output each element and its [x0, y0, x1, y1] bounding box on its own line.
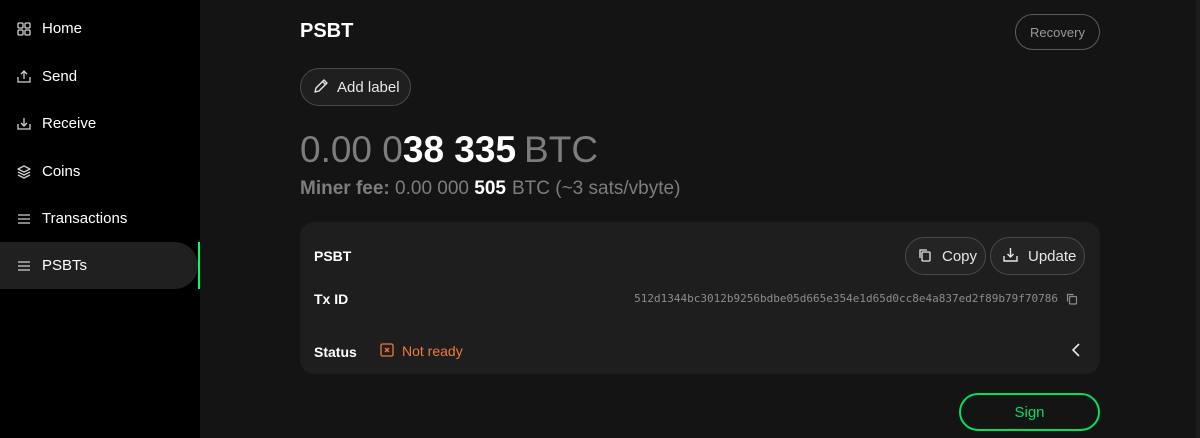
sidebar-item-receive[interactable]: Receive — [0, 100, 198, 147]
home-grid-icon — [16, 21, 32, 37]
psbt-row-label: PSBT — [314, 248, 352, 264]
miner-fee: Miner fee: 0.00 000 505 BTC (~3 sats/vbyt… — [300, 177, 680, 201]
copy-psbt-button[interactable]: Copy — [905, 237, 986, 275]
fee-bold-part: 505 — [474, 178, 506, 199]
main-content: PSBT Recovery Add label 0.00 038 335 BTC … — [200, 0, 1200, 438]
list-icon — [16, 211, 32, 227]
psbt-amount: 0.00 038 335 BTC — [300, 128, 598, 172]
copy-button-label: Copy — [942, 247, 978, 265]
txid-row-label: Tx ID — [314, 291, 349, 307]
not-ready-icon — [380, 343, 394, 357]
update-psbt-button[interactable]: Update — [990, 237, 1085, 275]
copy-txid-icon[interactable] — [1066, 292, 1080, 306]
sidebar-item-transactions[interactable]: Transactions — [0, 195, 198, 242]
sidebar-item-label: Send — [42, 68, 78, 85]
sidebar-item-label: Receive — [42, 115, 97, 132]
sidebar-item-send[interactable]: Send — [0, 53, 198, 100]
sidebar-item-home[interactable]: Home — [0, 5, 198, 52]
status-row-label: Status — [314, 344, 357, 360]
chevron-left-icon[interactable] — [1070, 342, 1084, 358]
sidebar: Home Send Receive Coins Transactions PSB… — [0, 0, 200, 438]
psbt-details-card: PSBT Copy Update Tx ID 512d1344bc3012b92… — [300, 222, 1100, 374]
add-label-button[interactable]: Add label — [300, 68, 411, 106]
sidebar-item-label: PSBTs — [42, 257, 88, 274]
receive-icon — [16, 116, 32, 132]
recovery-button[interactable]: Recovery — [1015, 14, 1100, 50]
fee-unit: BTC (~3 sats/vbyte) — [511, 178, 681, 199]
txid-value: 512d1344bc3012b9256bdbe05d665e354e1d65d0… — [634, 292, 1058, 305]
pencil-icon — [313, 78, 329, 97]
scrollbar[interactable] — [1196, 0, 1200, 438]
copy-icon — [918, 248, 932, 265]
amount-bold-part: 38 335 — [402, 129, 517, 170]
amount-dim-part: 0.00 0 — [300, 129, 403, 170]
page-title: PSBT — [300, 20, 354, 42]
list-icon — [16, 258, 32, 274]
sidebar-item-psbts[interactable]: PSBTs — [0, 242, 198, 289]
sidebar-item-label: Transactions — [42, 210, 128, 227]
sidebar-item-label: Home — [42, 20, 83, 37]
coins-stack-icon — [16, 164, 32, 180]
send-icon — [16, 69, 32, 85]
miner-fee-label: Miner fee: — [300, 178, 390, 199]
download-icon — [1003, 247, 1018, 265]
update-button-label: Update — [1028, 247, 1077, 265]
sign-button[interactable]: Sign — [959, 393, 1100, 431]
amount-unit: BTC — [524, 129, 599, 170]
fee-dim-part: 0.00 000 — [395, 178, 469, 199]
status-value: Not ready — [402, 343, 463, 359]
sidebar-item-label: Coins — [42, 163, 81, 180]
add-label-text: Add label — [337, 78, 400, 96]
sidebar-item-coins[interactable]: Coins — [0, 148, 198, 195]
